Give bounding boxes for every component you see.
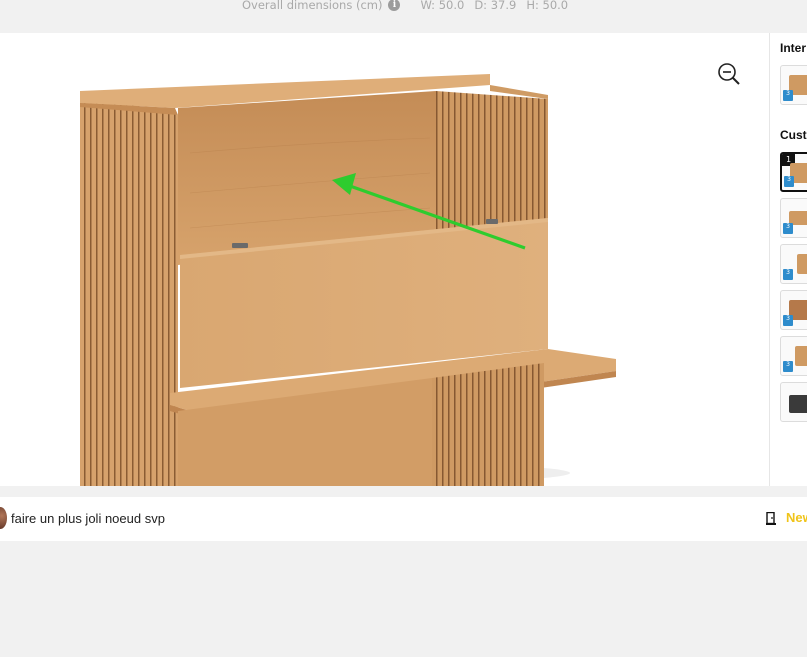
new-status-label[interactable]: New [786, 510, 807, 525]
comment-bar: faire un plus joli noeud svp New [0, 497, 807, 541]
interior-thumbnail[interactable]: 3 [780, 65, 807, 105]
3d-badge-icon: 3 [783, 315, 793, 326]
furniture-render [80, 74, 616, 486]
avatar [0, 507, 7, 529]
options-panel: Inter 3 Cust 1 3 3 3 3 3 [769, 33, 807, 486]
door-icon [766, 512, 776, 525]
3d-badge-icon: 3 [784, 176, 794, 187]
3d-badge-icon: 3 [783, 269, 793, 280]
custom-thumbnail-4[interactable]: 3 [780, 290, 807, 330]
3d-badge-icon: 3 [783, 90, 793, 101]
top-bar: Overall dimensions (cm) i W: 50.0 D: 37.… [0, 0, 807, 33]
dimension-height: H: 50.0 [526, 0, 569, 12]
info-icon[interactable]: i [388, 0, 401, 11]
overall-dimensions: Overall dimensions (cm) i W: 50.0 D: 37.… [242, 0, 578, 12]
dimensions-label: Overall dimensions (cm) [242, 0, 383, 12]
comment-text: faire un plus joli noeud svp [11, 511, 165, 526]
section-custom-heading: Cust [780, 128, 807, 142]
custom-thumbnail-3[interactable]: 3 [780, 244, 807, 284]
3d-badge-icon: 3 [783, 223, 793, 234]
3d-badge-icon: 3 [783, 361, 793, 372]
custom-thumbnail-2[interactable]: 3 [780, 198, 807, 238]
product-viewer[interactable] [0, 33, 769, 486]
zoom-out-icon[interactable] [716, 61, 742, 87]
custom-thumbnail-5[interactable]: 3 [780, 336, 807, 376]
dimension-depth: D: 37.9 [474, 0, 517, 12]
dimension-width: W: 50.0 [420, 0, 465, 12]
custom-thumbnail-1[interactable]: 1 3 [780, 152, 807, 192]
section-interior-heading: Inter [780, 41, 807, 55]
custom-thumbnail-6[interactable] [780, 382, 807, 422]
